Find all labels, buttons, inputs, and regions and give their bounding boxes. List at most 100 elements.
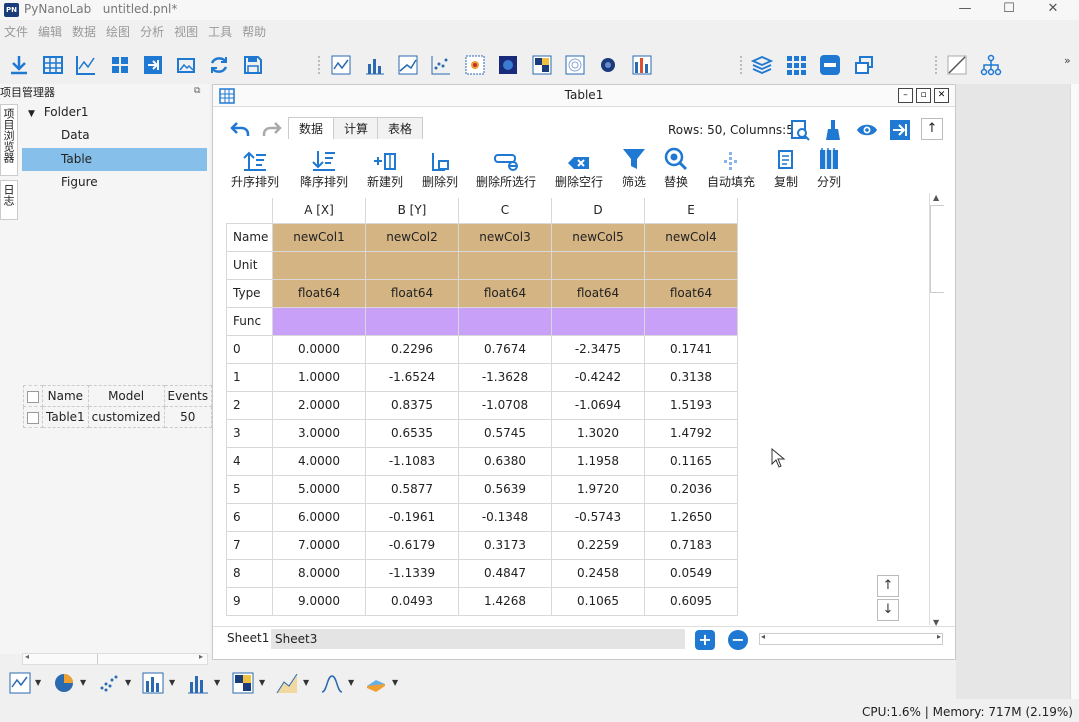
grid-header-name[interactable]: Name — [42, 385, 89, 407]
grid-header-events[interactable]: Events — [163, 385, 213, 407]
row-index[interactable]: 4 — [226, 446, 273, 476]
bar-plot-icon[interactable] — [362, 52, 388, 78]
data-cell[interactable]: 0.1741 — [644, 334, 738, 364]
row-index[interactable]: 1 — [226, 362, 273, 392]
peak-chart-icon[interactable] — [321, 672, 343, 694]
bar-chart-icon[interactable] — [142, 672, 164, 694]
menu-plot[interactable]: 绘图 — [102, 22, 134, 42]
row-index[interactable]: 7 — [226, 530, 273, 560]
layers-icon[interactable] — [749, 52, 775, 78]
delete-empty-rows-button[interactable]: 删除空行 — [551, 145, 607, 190]
data-cell[interactable]: -2.3475 — [551, 334, 645, 364]
add-sheet-button[interactable]: + — [695, 630, 715, 650]
scroll-right-icon[interactable]: ▸ — [199, 652, 203, 661]
data-cell[interactable]: -0.5743 — [551, 502, 645, 532]
contour-plot-icon[interactable] — [562, 52, 588, 78]
data-cell[interactable]: 0.2458 — [551, 558, 645, 588]
window-restore-icon[interactable] — [851, 52, 877, 78]
refresh-icon[interactable] — [206, 52, 232, 78]
new-column-button[interactable]: 新建列 — [363, 145, 407, 190]
autofill-button[interactable]: 自动填充 — [701, 145, 761, 190]
chevron-down-icon[interactable]: ▼ — [392, 678, 398, 687]
data-cell[interactable]: 0.5639 — [458, 474, 552, 504]
chevron-down-icon[interactable]: ▼ — [303, 678, 309, 687]
grid-header-check[interactable] — [23, 385, 43, 407]
table-row[interactable]: 3 3.0000 0.6535 0.5745 1.3020 1.4792 — [226, 418, 738, 448]
meta-cell[interactable]: float64 — [272, 278, 366, 308]
table-row[interactable]: 9 9.0000 0.0493 1.4268 0.1065 0.6095 — [226, 586, 738, 616]
data-cell[interactable]: -1.1083 — [365, 446, 459, 476]
meta-cell[interactable]: float64 — [458, 278, 552, 308]
meta-cell[interactable]: float64 — [644, 278, 738, 308]
data-cell[interactable]: -0.1961 — [365, 502, 459, 532]
meta-cell[interactable] — [365, 306, 459, 336]
meta-cell[interactable] — [458, 306, 552, 336]
column-chart-icon[interactable] — [187, 672, 209, 694]
table-row[interactable]: 4 4.0000 -1.1083 0.6380 1.1958 0.1165 — [226, 446, 738, 476]
table-maximize-button[interactable]: ▫ — [916, 88, 931, 103]
data-cell[interactable]: 0.4847 — [458, 558, 552, 588]
import-icon[interactable] — [6, 52, 32, 78]
row-header[interactable]: Type — [226, 278, 273, 308]
data-cell[interactable]: 1.5193 — [644, 390, 738, 420]
meta-cell[interactable] — [272, 306, 366, 336]
data-cell[interactable]: 5.0000 — [272, 474, 366, 504]
scroll-left-icon[interactable]: ◂ — [25, 652, 29, 661]
scroll-right-icon[interactable]: ▸ — [937, 632, 941, 641]
row-index[interactable]: 2 — [226, 390, 273, 420]
chevron-down-icon[interactable]: ▼ — [169, 678, 175, 687]
redo-icon[interactable] — [261, 120, 283, 141]
data-cell[interactable]: 8.0000 — [272, 558, 366, 588]
maximize-button[interactable]: ☐ — [987, 0, 1031, 20]
meta-cell[interactable]: newCol4 — [644, 222, 738, 252]
row-header[interactable]: Unit — [226, 250, 273, 280]
row-index[interactable]: 3 — [226, 418, 273, 448]
row-header[interactable]: Name — [226, 222, 273, 252]
meta-cell[interactable]: newCol5 — [551, 222, 645, 252]
scatter-chart-icon[interactable] — [98, 672, 120, 694]
data-cell[interactable]: 0.3138 — [644, 362, 738, 392]
data-cell[interactable]: 0.7674 — [458, 334, 552, 364]
data-cell[interactable]: 0.1165 — [644, 446, 738, 476]
data-cell[interactable]: -0.1348 — [458, 502, 552, 532]
replace-button[interactable]: 替换 — [659, 145, 693, 190]
meta-cell[interactable]: float64 — [365, 278, 459, 308]
table-row[interactable]: 6 6.0000 -0.1961 -0.1348 -0.5743 1.2650 — [226, 502, 738, 532]
chevron-down-icon[interactable]: ▼ — [80, 678, 86, 687]
dot-map-icon[interactable] — [462, 52, 488, 78]
data-cell[interactable]: 1.3020 — [551, 418, 645, 448]
row-index[interactable]: 8 — [226, 558, 273, 588]
menu-file[interactable]: 文件 — [0, 22, 32, 42]
sheet-tab-sheet1[interactable]: Sheet1 — [227, 631, 269, 645]
toolbar-overflow-icon[interactable]: » — [1064, 54, 1071, 67]
search-doc-icon[interactable] — [789, 119, 811, 144]
scroll-up-icon[interactable]: ▲ — [933, 193, 939, 202]
grid-cell[interactable]: customized — [87, 406, 165, 428]
delete-selected-rows-button[interactable]: 删除所选行 — [473, 145, 539, 190]
menu-edit[interactable]: 编辑 — [34, 22, 66, 42]
chevron-down-icon[interactable]: ▼ — [125, 678, 131, 687]
chevron-down-icon[interactable]: ▼ — [28, 103, 40, 126]
line-plot-icon[interactable] — [328, 52, 354, 78]
meta-cell[interactable] — [272, 250, 366, 280]
row-index[interactable]: 0 — [226, 334, 273, 364]
filter-button[interactable]: 筛选 — [617, 145, 651, 190]
undo-icon[interactable] — [229, 120, 251, 141]
scroll-left-icon[interactable]: ◂ — [761, 632, 765, 641]
image-export-icon[interactable] — [173, 52, 199, 78]
scatter-plot-icon[interactable] — [428, 52, 454, 78]
grid-row-check[interactable] — [23, 406, 43, 428]
table-minimize-button[interactable]: – — [898, 88, 913, 103]
meta-cell[interactable] — [458, 250, 552, 280]
sort-ascending-button[interactable]: 升序排列 — [226, 145, 284, 190]
hierarchy-icon[interactable] — [978, 52, 1004, 78]
new-table-icon[interactable] — [40, 52, 66, 78]
meta-cell[interactable] — [644, 250, 738, 280]
data-cell[interactable]: 9.0000 — [272, 586, 366, 616]
diagonal-line-icon[interactable] — [944, 52, 970, 78]
layout-icon[interactable] — [107, 52, 133, 78]
row-index[interactable]: 6 — [226, 502, 273, 532]
eye-icon[interactable] — [855, 121, 879, 142]
area-plot-icon[interactable] — [395, 52, 421, 78]
split-column-button[interactable]: 分列 — [811, 145, 847, 190]
